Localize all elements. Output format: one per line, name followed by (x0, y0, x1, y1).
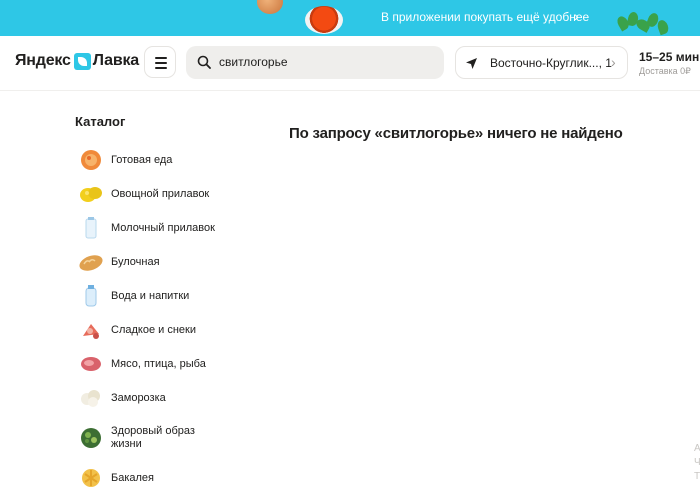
search-bar[interactable] (186, 46, 444, 79)
catalog-item-label: Здоровый образ жизни (111, 425, 195, 450)
delivery-info[interactable]: 15–25 мин Доставка 0₽ (639, 50, 699, 77)
catalog-item-label: Молочный прилавок (111, 221, 215, 234)
catalog-item-frozen[interactable]: Заморозка (78, 381, 238, 415)
chevron-right-icon[interactable]: › (574, 8, 579, 24)
yandex-lavka-logo[interactable]: Яндекс Лавка (15, 52, 139, 70)
no-results-message: По запросу «свитлогорье» ничего не найде… (289, 125, 623, 142)
vegetables-icon (78, 182, 104, 206)
milk-icon (78, 216, 104, 240)
address-text: Восточно-Круглик..., 1 (490, 56, 612, 70)
meat-icon (78, 352, 104, 376)
catalog-item-grocery[interactable]: Бакалея (78, 461, 238, 495)
catalog-item-label: Бакалея (111, 471, 155, 484)
grocery-icon (78, 466, 104, 490)
catalog-title: Каталог (75, 114, 126, 129)
chevron-right-icon: › (611, 54, 616, 70)
delivery-cost: Доставка 0₽ (639, 66, 691, 76)
header: Яндекс Лавка Восточно-Круглик..., 1 › 15… (0, 36, 700, 91)
catalog-item-label: Мясо, птица, рыба (111, 357, 206, 370)
clipped-edge-text: А Ч Т (694, 443, 700, 482)
catalog-item-healthy[interactable]: Здоровый образ жизни (78, 415, 238, 461)
logo-text-yandex: Яндекс (15, 52, 71, 69)
search-input[interactable] (219, 52, 434, 72)
search-icon (197, 55, 211, 69)
healthy-food-icon (78, 426, 104, 450)
app-promo-banner[interactable]: В приложении покупать ещё удобнее › (0, 0, 700, 36)
banner-text[interactable]: В приложении покупать ещё удобнее (381, 10, 589, 24)
catalog-item-label: Готовая еда (111, 153, 173, 166)
sweets-icon (78, 318, 104, 342)
bread-icon (78, 250, 104, 274)
catalog-item-water[interactable]: Вода и напитки (78, 279, 238, 313)
catalog-item-label: Булочная (111, 255, 160, 268)
navigation-arrow-icon (466, 58, 477, 69)
catalog-item-label: Сладкое и снеки (111, 323, 196, 336)
water-bottle-icon (78, 284, 104, 308)
catalog-item-sweets[interactable]: Сладкое и снеки (78, 313, 238, 347)
catalog-item-bakery[interactable]: Булочная (78, 245, 238, 279)
catalog-list: Готовая еда Овощной прилавок Молочный пр… (78, 143, 238, 495)
catalog-menu-button[interactable] (144, 46, 176, 78)
frozen-icon (78, 386, 104, 410)
ready-food-icon (78, 148, 104, 172)
catalog-item-vegetables[interactable]: Овощной прилавок (78, 177, 238, 211)
lavka-logo-mark-icon (73, 52, 91, 70)
caviar-image (305, 6, 343, 34)
catalog-item-meat[interactable]: Мясо, птица, рыба (78, 347, 238, 381)
delivery-time: 15–25 мин (639, 50, 700, 64)
catalog-item-label: Овощной прилавок (111, 187, 210, 200)
egg-image (257, 0, 283, 14)
catalog-item-ready-food[interactable]: Готовая еда (78, 143, 238, 177)
catalog-item-label: Вода и напитки (111, 289, 190, 302)
catalog-item-dairy[interactable]: Молочный прилавок (78, 211, 238, 245)
greens-image (612, 10, 672, 36)
logo-text-lavka: Лавка (92, 52, 139, 69)
address-selector[interactable]: Восточно-Круглик..., 1 › (455, 46, 628, 79)
catalog-item-label: Заморозка (111, 391, 166, 404)
